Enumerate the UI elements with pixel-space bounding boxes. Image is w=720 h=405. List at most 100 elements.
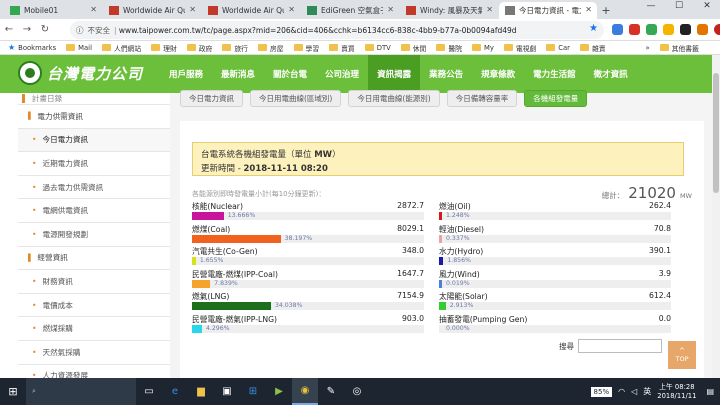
sidebar-item[interactable]: • 近期電力資訊 bbox=[18, 152, 170, 176]
taskbar-clock[interactable]: 上午 08:28 2018/11/11 bbox=[657, 383, 696, 401]
reload-icon[interactable]: ↻ bbox=[36, 24, 54, 35]
file-explorer-icon[interactable]: ▆ bbox=[188, 378, 214, 405]
media-icon[interactable]: ▶ bbox=[266, 378, 292, 405]
sub-tab[interactable]: 今日用電曲線(能源別) bbox=[348, 90, 440, 107]
sidebar-item[interactable]: ▌ 計畫日錄 bbox=[18, 93, 170, 105]
extension-icon[interactable] bbox=[663, 24, 674, 35]
store-icon[interactable]: ▣ bbox=[214, 378, 240, 405]
tab-close-icon[interactable]: ✕ bbox=[90, 5, 97, 14]
nav-item[interactable]: 最新消息 bbox=[212, 55, 264, 93]
bookmark-item[interactable]: 理財 bbox=[151, 43, 177, 53]
browser-tab[interactable]: EdiGreen 空氣盒子 ✕ bbox=[301, 2, 399, 19]
profile-avatar[interactable] bbox=[714, 24, 720, 35]
scrollbar-thumb[interactable] bbox=[713, 73, 719, 193]
notifications-icon[interactable]: ▤ bbox=[706, 387, 714, 396]
bookmark-item[interactable]: 人們網站 bbox=[101, 43, 141, 53]
search-input[interactable] bbox=[578, 339, 662, 353]
sidebar-item[interactable]: • 財務資訊 bbox=[18, 270, 170, 294]
extension-icon[interactable] bbox=[697, 24, 708, 35]
bookmark-item[interactable]: 賣買 bbox=[329, 43, 355, 53]
tab-close-icon[interactable]: ✕ bbox=[387, 5, 394, 14]
nav-item[interactable]: 公司治理 bbox=[316, 55, 368, 93]
sidebar-item[interactable]: • 天然氣採購 bbox=[18, 341, 170, 365]
nav-item[interactable]: 規章條款 bbox=[472, 55, 524, 93]
fuel-percent: 7.839% bbox=[214, 279, 238, 287]
bookmark-item[interactable]: 電視劇 bbox=[503, 43, 536, 53]
browser-tab[interactable]: Mobile01 ✕ bbox=[4, 2, 102, 19]
app-icon[interactable]: ✎ bbox=[318, 378, 344, 405]
bookmark-item[interactable]: 其他書籤 bbox=[659, 43, 699, 53]
windows-start-icon[interactable]: ⊞ bbox=[0, 385, 26, 398]
browser-tab[interactable]: Worldwide Air Qua ✕ bbox=[103, 2, 201, 19]
edge-icon[interactable]: e bbox=[162, 378, 188, 405]
tab-close-icon[interactable]: ✕ bbox=[189, 5, 196, 14]
bookmark-item[interactable]: 醫院 bbox=[436, 43, 462, 53]
sidebar-item[interactable]: • 今日電力資訊 bbox=[18, 128, 170, 153]
sidebar-item[interactable]: ▌ 經營資訊 bbox=[18, 247, 170, 271]
sub-tab[interactable]: 今日備轉容量率 bbox=[446, 90, 518, 107]
extension-icon[interactable] bbox=[646, 24, 657, 35]
bookmark-item[interactable]: DTV bbox=[364, 44, 391, 52]
forward-icon[interactable]: → bbox=[18, 24, 36, 35]
nav-item[interactable]: 用戶服務 bbox=[160, 55, 212, 93]
browser-tab[interactable]: Windy: 風暴及天氣 ✕ bbox=[400, 2, 498, 19]
sidebar-item[interactable]: • 過去電力供需資訊 bbox=[18, 176, 170, 200]
back-to-top-button[interactable]: ^ TOP bbox=[668, 341, 696, 369]
nav-item[interactable]: 資訊揭露 bbox=[368, 55, 421, 93]
bookmark-star-icon[interactable]: ★ bbox=[589, 23, 598, 34]
page-scrollbar[interactable] bbox=[712, 55, 720, 378]
tab-close-icon[interactable]: ✕ bbox=[288, 5, 295, 14]
extension-icon[interactable] bbox=[612, 24, 623, 35]
bookmark-item[interactable]: Mail bbox=[66, 44, 92, 52]
extension-icon[interactable] bbox=[629, 24, 640, 35]
chrome-icon[interactable]: ◉ bbox=[292, 378, 318, 405]
address-bar[interactable]: ⓘ 不安全 | www.taipower.com.tw/tc/page.aspx… bbox=[70, 21, 604, 39]
nav-item[interactable]: 業務公告 bbox=[420, 55, 472, 93]
url-text[interactable]: www.taipower.com.tw/tc/page.aspx?mid=206… bbox=[119, 26, 517, 35]
nav-item[interactable]: 關於台電 bbox=[264, 55, 316, 93]
volume-icon[interactable]: ◁ bbox=[631, 387, 637, 396]
folder-icon bbox=[546, 44, 556, 51]
tab-close-icon[interactable]: ✕ bbox=[486, 5, 493, 14]
browser-tab[interactable]: Worldwide Air Qua ✕ bbox=[202, 2, 300, 19]
search-label: 搜尋 bbox=[559, 341, 574, 351]
sidebar-item[interactable]: • 人力資源發展 bbox=[18, 365, 170, 378]
bookmark-item[interactable]: Car bbox=[546, 44, 570, 52]
ime-indicator[interactable]: 英 bbox=[643, 386, 651, 397]
nav-item[interactable]: 徵才資訊 bbox=[585, 55, 637, 93]
nav-item[interactable]: 電力生活館 bbox=[524, 55, 585, 93]
tab-close-icon[interactable]: ✕ bbox=[585, 5, 592, 14]
bookmark-item[interactable]: 房屋 bbox=[257, 43, 284, 53]
taipower-logo[interactable]: 台灣電力公司 bbox=[18, 61, 143, 85]
bookmark-item[interactable]: 旅行 bbox=[222, 43, 248, 53]
new-tab-button[interactable]: + bbox=[598, 2, 614, 19]
minimize-button[interactable]: — bbox=[640, 1, 662, 11]
bookmark-item[interactable]: ★ Bookmarks bbox=[8, 43, 56, 52]
bookmark-item[interactable]: 休閒 bbox=[400, 43, 426, 53]
close-window-button[interactable]: ✕ bbox=[696, 1, 718, 11]
battery-indicator[interactable]: 85% bbox=[590, 386, 613, 397]
browser-tab[interactable]: 今日電力資訊 - 電力 ✕ bbox=[499, 2, 597, 19]
sub-tab[interactable]: 今日電力資訊 bbox=[180, 90, 243, 107]
sub-tab[interactable]: 今日用電曲線(區域別) bbox=[250, 90, 342, 107]
bookmark-item[interactable]: » bbox=[646, 44, 650, 52]
sidebar-item[interactable]: ▌ 電力供需資訊 bbox=[18, 105, 170, 129]
sub-tab[interactable]: 各機組發電量 bbox=[524, 90, 588, 107]
back-icon[interactable]: ← bbox=[0, 24, 18, 35]
bookmark-item[interactable]: 雜賣 bbox=[579, 43, 606, 53]
app-icon[interactable]: ◎ bbox=[344, 378, 370, 405]
maximize-button[interactable]: ☐ bbox=[668, 1, 690, 11]
info-icon[interactable]: ⓘ bbox=[76, 25, 84, 36]
taskbar-search[interactable]: ⌕ bbox=[26, 378, 136, 405]
network-icon[interactable]: ◠ bbox=[618, 387, 625, 396]
sidebar-item[interactable]: • 電源開發規劃 bbox=[18, 223, 170, 247]
bookmark-item[interactable]: My bbox=[471, 44, 494, 52]
sidebar-item[interactable]: • 電網供電資訊 bbox=[18, 199, 170, 223]
bookmark-item[interactable]: 政府 bbox=[186, 43, 212, 53]
windows-app-icon[interactable]: ⊞ bbox=[240, 378, 266, 405]
extension-icon[interactable] bbox=[680, 24, 691, 35]
sidebar-item[interactable]: • 電價成本 bbox=[18, 294, 170, 318]
sidebar-item[interactable]: • 燃煤採購 bbox=[18, 317, 170, 341]
task-view-icon[interactable]: ▭ bbox=[136, 378, 162, 405]
bookmark-item[interactable]: 學習 bbox=[293, 43, 319, 53]
